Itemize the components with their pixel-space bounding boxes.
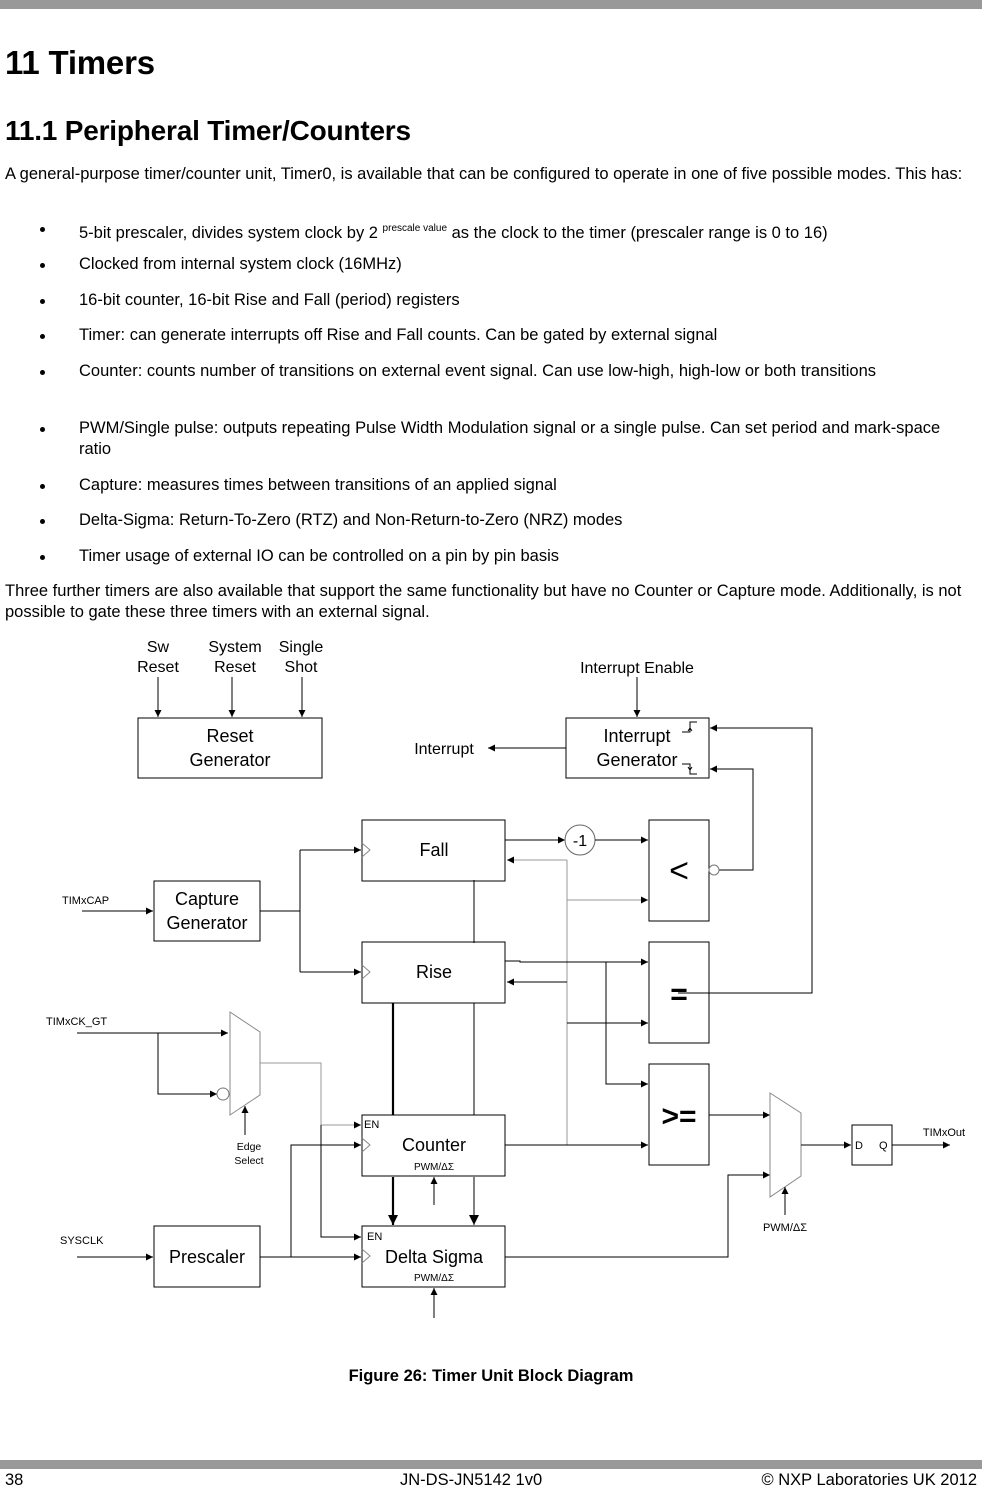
- deltasigma-pwm-label: PWM/ΔΣ: [414, 1273, 454, 1284]
- output-mux: [769, 1092, 802, 1198]
- counter-label: Counter: [402, 1135, 466, 1155]
- document-id: JN-DS-JN5142 1v0: [400, 1471, 543, 1489]
- edge-select-label: Edge: [237, 1141, 262, 1153]
- timer-block-diagram: Sw Reset System Reset Single Shot Interr…: [46, 639, 965, 1318]
- copyright: © NXP Laboratories UK 2012: [761, 1471, 977, 1489]
- svg-text:Generator: Generator: [166, 913, 247, 933]
- inverter-bubble: [216, 1087, 230, 1101]
- delta-sigma-label: Delta Sigma: [385, 1247, 484, 1267]
- mux-select-label: PWM/ΔΣ: [763, 1222, 807, 1234]
- clock-input-icon: [361, 1248, 371, 1264]
- clock-input-icon: [361, 842, 371, 858]
- lessthan-to-interrupt-wire: [710, 765, 754, 871]
- reset-generator-label: Reset: [206, 726, 253, 746]
- single-shot-label: Single: [279, 639, 324, 656]
- flipflop-q-label: Q: [879, 1140, 888, 1152]
- sw-reset-label: Sw: [147, 639, 170, 656]
- interrupt-output-label: Interrupt: [414, 741, 474, 758]
- rise-label: Rise: [416, 962, 452, 982]
- rising-edge-icon: [682, 721, 697, 733]
- gate-to-counter-en: [260, 1062, 361, 1129]
- interrupt-generator-label: Interrupt: [603, 726, 670, 746]
- timxout-label: TIMxOut: [923, 1127, 965, 1139]
- svg-text:Reset: Reset: [137, 659, 179, 676]
- fall-label: Fall: [419, 840, 448, 860]
- flipflop-d-label: D: [855, 1140, 863, 1152]
- less-than-label: <: [669, 852, 689, 890]
- decrement-label: -1: [573, 833, 587, 850]
- sysclk-label: SYSCLK: [60, 1235, 104, 1247]
- capture-generator-label: Capture: [175, 889, 239, 909]
- equal-to-interrupt-wire: [678, 724, 813, 994]
- inverter-bubble: [708, 864, 720, 876]
- footer-bar: [0, 1460, 982, 1469]
- clock-input-icon: [361, 1137, 371, 1153]
- svg-text:Select: Select: [234, 1155, 263, 1167]
- clock-input-icon: [361, 964, 371, 980]
- svg-text:Shot: Shot: [285, 659, 318, 676]
- gate-to-deltasigma-en: [320, 1125, 361, 1241]
- timxcap-label: TIMxCAP: [62, 895, 109, 907]
- svg-text:Generator: Generator: [596, 750, 677, 770]
- timxck-gt-label: TIMxCK_GT: [46, 1016, 107, 1028]
- greater-equal-label: >=: [661, 1100, 696, 1133]
- falling-edge-icon: [682, 763, 697, 775]
- prescaler-label: Prescaler: [169, 1247, 245, 1267]
- edge-select-mux: [229, 1011, 261, 1116]
- page-number: 38: [5, 1471, 24, 1489]
- deltasigma-en-label: EN: [367, 1231, 382, 1243]
- svg-text:Reset: Reset: [214, 659, 256, 676]
- interrupt-enable-label: Interrupt Enable: [580, 660, 694, 677]
- equal-label: =: [670, 978, 688, 1011]
- figure-caption: Figure 26: Timer Unit Block Diagram: [348, 1367, 634, 1385]
- svg-text:Generator: Generator: [189, 750, 270, 770]
- counter-en-label: EN: [364, 1119, 379, 1131]
- counter-pwm-label: PWM/ΔΣ: [414, 1162, 454, 1173]
- system-reset-label: System: [208, 639, 261, 656]
